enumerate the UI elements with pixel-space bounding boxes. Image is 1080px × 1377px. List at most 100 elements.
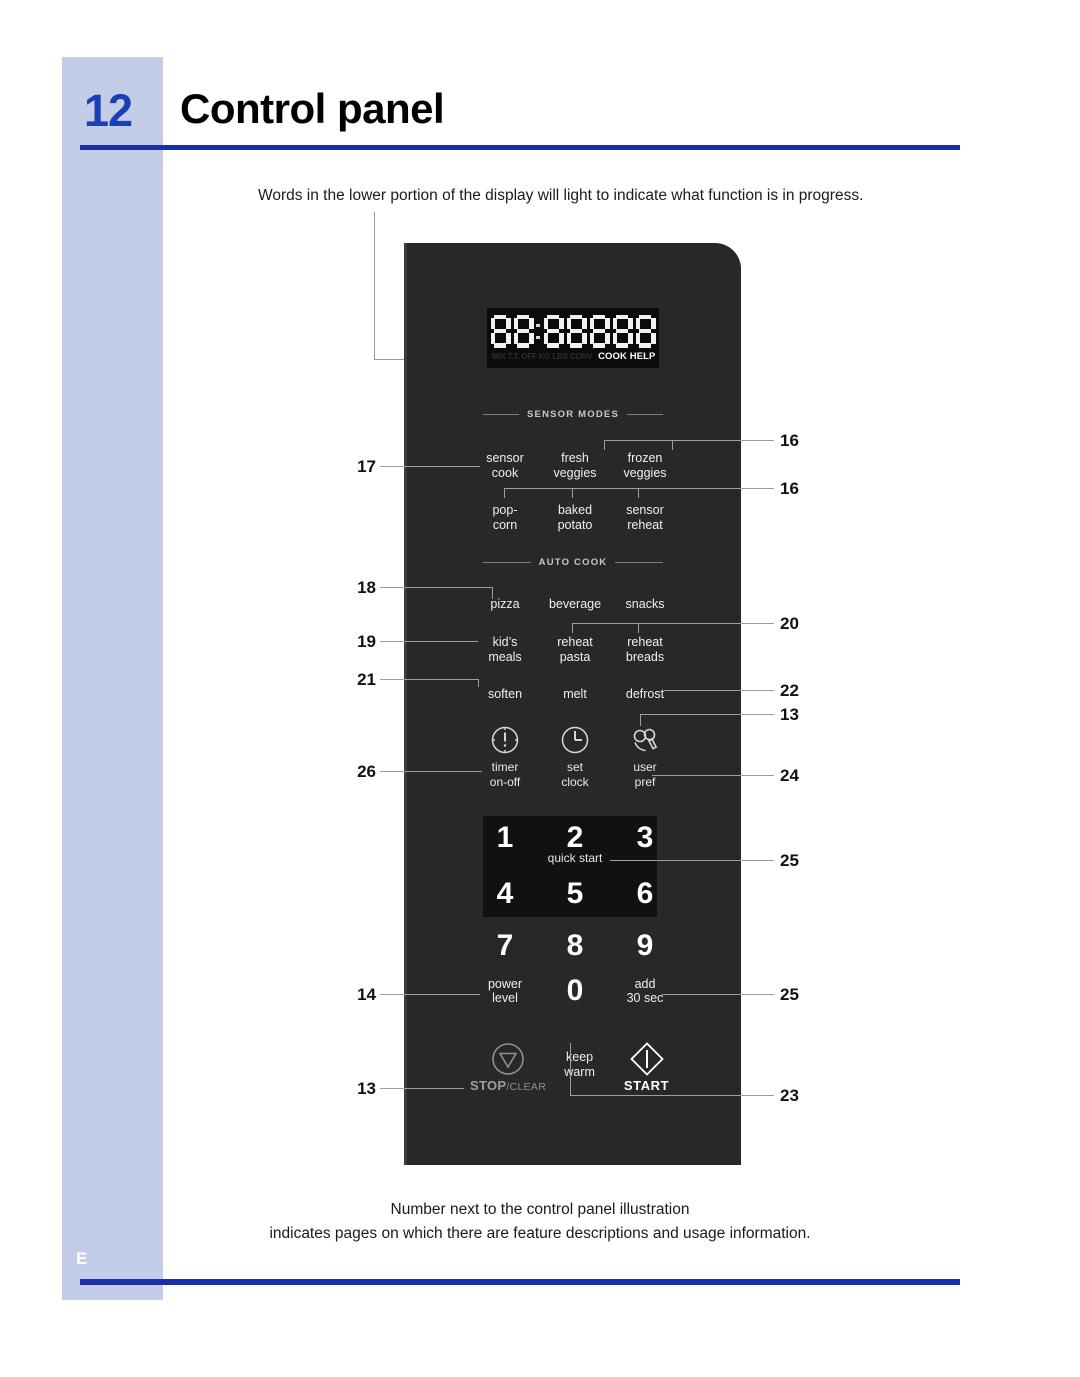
key-label-line1: kid’s xyxy=(492,635,518,649)
intro-leader-vertical xyxy=(374,212,375,360)
key-popcorn[interactable]: pop- corn xyxy=(470,501,540,535)
key-pizza[interactable]: pizza xyxy=(470,595,540,629)
timer-icon xyxy=(491,726,519,754)
key-5[interactable]: 5 xyxy=(540,871,610,916)
rule-right xyxy=(615,561,663,563)
callout-leader-16-b-v1 xyxy=(504,488,505,498)
callout-leader-21 xyxy=(380,679,478,680)
lcd-indicator-cook-help: COOK HELP xyxy=(598,350,656,362)
key-soften[interactable]: soften xyxy=(470,685,540,719)
key-melt[interactable]: melt xyxy=(540,685,610,719)
key-label-line1: beverage xyxy=(548,597,602,611)
key-start[interactable]: START xyxy=(613,1040,680,1093)
key-reheat-breads[interactable]: reheat breads xyxy=(610,633,680,667)
callout-leader-19 xyxy=(380,641,478,642)
key-kids-meals[interactable]: kid’s meals xyxy=(470,633,540,667)
key-label-line2: corn xyxy=(492,517,518,532)
sensor-modes-header: SENSOR MODES xyxy=(483,408,663,420)
callout-20: 20 xyxy=(780,614,799,633)
key-set-clock[interactable]: set clock xyxy=(540,724,610,796)
key-label-line2: veggies xyxy=(623,465,667,480)
key-frozen-veggies[interactable]: frozen veggies xyxy=(610,449,680,483)
key-4[interactable]: 4 xyxy=(470,871,540,916)
key-keep-warm[interactable]: keep warm xyxy=(546,1050,613,1093)
quick-start-label: quick start xyxy=(547,851,603,865)
clear-label: CLEAR xyxy=(509,1081,547,1093)
lcd-digit xyxy=(513,314,534,348)
lcd-digit xyxy=(543,314,564,348)
header-rule xyxy=(80,145,960,150)
chapter-number: 12 xyxy=(84,85,133,136)
callout-leader-14 xyxy=(380,994,480,995)
key-label-line2: potato xyxy=(557,517,593,532)
key-label-line1: sensor xyxy=(486,451,524,465)
callout-leader-23 xyxy=(570,1095,774,1096)
callout-leader-13-left xyxy=(380,1088,464,1089)
key-label-line1: frozen xyxy=(627,451,663,465)
rule-left xyxy=(483,561,531,563)
rule-left xyxy=(483,413,519,415)
key-7[interactable]: 7 xyxy=(470,923,540,968)
stop-label: STOP xyxy=(470,1078,507,1093)
callout-leader-25-b xyxy=(662,994,774,995)
key-label-line1: sensor xyxy=(626,503,664,517)
key-label-line1: set xyxy=(566,760,583,774)
rule-right xyxy=(627,413,663,415)
callout-leader-20 xyxy=(572,623,774,624)
key-label-line1: melt xyxy=(563,687,587,701)
stop-clear-label: STOP/CLEAR xyxy=(470,1078,546,1093)
callout-19: 19 xyxy=(357,632,376,651)
callout-leader-24 xyxy=(652,775,774,776)
callout-13-right: 13 xyxy=(780,705,799,724)
key-label-line2: meals xyxy=(488,649,522,664)
key-baked-potato[interactable]: baked potato xyxy=(540,501,610,535)
callout-leader-16-b xyxy=(504,488,774,489)
utility-key-row: timer on-off set clock user pref xyxy=(470,724,680,796)
lcd-digit xyxy=(589,314,610,348)
callout-leader-17 xyxy=(380,466,480,467)
key-fresh-veggies[interactable]: fresh veggies xyxy=(540,449,610,483)
keypad-row-5: STOP/CLEAR keep warm START xyxy=(470,1033,680,1093)
key-0[interactable]: 0 xyxy=(540,974,610,1008)
intro-text: Words in the lower portion of the displa… xyxy=(258,187,864,204)
callout-leader-21-v xyxy=(478,679,479,687)
callout-17: 17 xyxy=(357,457,376,476)
key-add-30-sec[interactable]: add 30 sec xyxy=(610,977,680,1006)
key-label-line2: pref xyxy=(634,774,656,789)
key-label: set clock xyxy=(561,760,588,789)
key-label-line1: user xyxy=(633,760,657,774)
keypad-row-2: 4 5 6 xyxy=(470,871,680,916)
callout-18: 18 xyxy=(357,578,376,597)
key-6[interactable]: 6 xyxy=(610,871,680,916)
wrench-icon xyxy=(633,728,658,752)
side-band xyxy=(62,57,163,1300)
start-icon xyxy=(629,1042,664,1076)
callout-leader-18-v xyxy=(492,587,493,599)
key-label-line1: snacks xyxy=(625,597,665,611)
key-sensor-reheat[interactable]: sensor reheat xyxy=(610,501,680,535)
key-label-line1: power xyxy=(487,976,523,991)
key-power-level[interactable]: power level xyxy=(470,977,540,1006)
key-label: timer on-off xyxy=(490,760,520,789)
key-sensor-cook[interactable]: sensor cook xyxy=(470,449,540,483)
key-reheat-pasta[interactable]: reheat pasta xyxy=(540,633,610,667)
key-label-line1: timer xyxy=(491,760,519,774)
key-stop-clear[interactable]: STOP/CLEAR xyxy=(470,1040,546,1093)
sensor-row-2: pop- corn baked potato sensor reheat xyxy=(470,501,680,535)
key-label: 0 xyxy=(566,974,584,1007)
callout-16-b: 16 xyxy=(780,479,799,498)
key-label-line1: add xyxy=(634,976,656,991)
key-user-pref[interactable]: user pref xyxy=(610,724,680,796)
lcd-digit xyxy=(635,314,656,348)
key-timer-on-off[interactable]: timer on-off xyxy=(470,724,540,796)
key-8[interactable]: 8 xyxy=(540,923,610,968)
key-9[interactable]: 9 xyxy=(610,923,680,968)
footnote-line-2: indicates pages on which there are featu… xyxy=(269,1225,811,1243)
callout-21: 21 xyxy=(357,670,376,689)
key-label-line2: reheat xyxy=(627,517,663,532)
callout-13-left: 13 xyxy=(357,1079,376,1098)
callout-22: 22 xyxy=(780,681,799,700)
key-label-line1: reheat xyxy=(557,635,593,649)
key-label-line2: on-off xyxy=(489,774,521,789)
callout-leader-20-v1 xyxy=(572,623,573,633)
